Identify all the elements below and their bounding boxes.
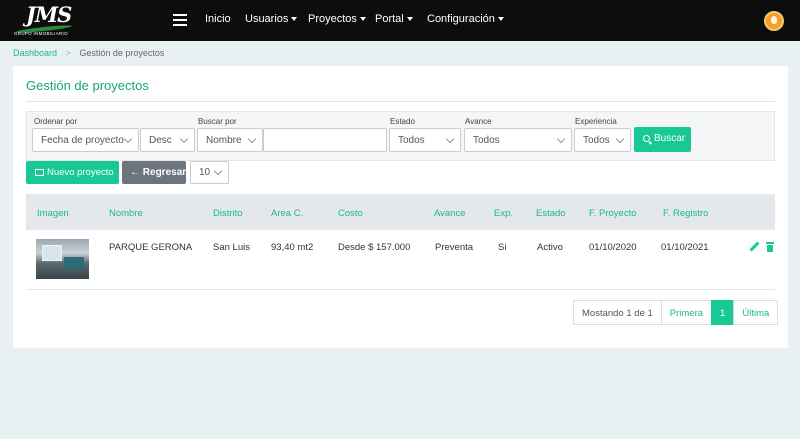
pagination-last[interactable]: Última <box>733 300 779 325</box>
search-field-select[interactable]: Nombre <box>197 128 263 152</box>
delete-trash-icon[interactable] <box>766 242 774 252</box>
breadcrumb: Dashboard > Gestión de proyectos <box>13 48 164 58</box>
chevron-down-icon <box>615 134 625 144</box>
chevron-down-icon <box>123 134 133 144</box>
col-header: Avance <box>434 208 466 219</box>
table-row: PARQUE GERONA San Luis 93,40 mt2 Desde $… <box>26 230 775 290</box>
chevron-down-icon <box>247 134 257 144</box>
brand-logo[interactable]: JMS GRUPO INMOBILIARIO <box>12 2 74 37</box>
projects-card: Gestión de proyectos Ordenar por Fecha d… <box>13 66 788 348</box>
pagination: Mostando 1 de 1 Primera 1 Última <box>573 300 779 325</box>
col-header: Area C. <box>271 208 304 219</box>
filter-panel: Ordenar por Fecha de proyecto Desc Busca… <box>26 111 775 161</box>
page-title: Gestión de proyectos <box>26 78 149 93</box>
nav-item-proyectos[interactable]: Proyectos <box>308 13 366 25</box>
new-project-button[interactable]: Nuevo proyecto <box>26 161 119 184</box>
breadcrumb-current: Gestión de proyectos <box>79 48 165 58</box>
col-header: Costo <box>338 208 363 219</box>
logo-subtitle: GRUPO INMOBILIARIO <box>14 31 68 36</box>
divider <box>26 101 775 102</box>
chevron-down-icon <box>213 166 223 176</box>
chevron-down-icon <box>291 17 298 22</box>
arrow-left-icon: ← <box>130 167 143 178</box>
progress-select[interactable]: Todos <box>464 128 572 152</box>
status-select[interactable]: Todos <box>389 128 461 152</box>
edit-pencil-icon[interactable] <box>750 242 760 252</box>
chevron-down-icon <box>497 17 504 22</box>
col-header: F. Proyecto <box>589 208 637 219</box>
breadcrumb-dashboard[interactable]: Dashboard <box>13 48 57 58</box>
cell-name: PARQUE GERONA <box>109 242 193 253</box>
cell-progress: Preventa <box>435 242 474 253</box>
col-header: Imagen <box>37 208 69 219</box>
chevron-down-icon <box>359 17 366 22</box>
col-header: Distrito <box>213 208 243 219</box>
back-button[interactable]: ← Regresar <box>122 161 186 184</box>
search-by-label: Buscar por <box>198 117 237 126</box>
cell-exp: Si <box>498 242 507 253</box>
breadcrumb-separator-icon: > <box>65 48 71 58</box>
card-icon <box>35 169 44 176</box>
order-select[interactable]: Fecha de proyecto <box>32 128 139 152</box>
nav-item-usuarios[interactable]: Usuarios <box>245 13 298 25</box>
cell-area: 93,40 mt2 <box>271 242 314 253</box>
status-label: Estado <box>390 117 415 126</box>
search-icon <box>643 135 650 142</box>
nav-item-portal[interactable]: Portal <box>375 13 413 25</box>
cell-status: Activo <box>537 242 563 253</box>
search-button[interactable]: Buscar <box>634 127 691 152</box>
user-avatar[interactable] <box>764 11 784 31</box>
col-header: Estado <box>536 208 566 219</box>
chevron-down-icon <box>406 17 413 22</box>
experience-label: Experiencia <box>575 117 617 126</box>
project-thumbnail <box>36 239 89 279</box>
col-header: Nombre <box>109 208 143 219</box>
nav-item-inicio[interactable]: Inicio <box>205 13 231 25</box>
direction-select[interactable]: Desc <box>140 128 195 152</box>
col-header: F. Registro <box>663 208 709 219</box>
col-header: Exp. <box>494 208 514 219</box>
cell-cost: Desde $ 157.000 <box>338 242 411 253</box>
menu-toggle-icon[interactable] <box>173 14 187 26</box>
table-header: Imagen Nombre Distrito Area C. Costo Ava… <box>26 194 775 230</box>
cell-register-date: 01/10/2021 <box>661 242 709 253</box>
cell-district: San Luis <box>213 242 250 253</box>
experience-select[interactable]: Todos <box>574 128 631 152</box>
cell-project-date: 01/10/2020 <box>589 242 637 253</box>
chevron-down-icon <box>445 134 455 144</box>
order-label: Ordenar por <box>34 117 78 126</box>
pagination-first[interactable]: Primera <box>660 300 713 325</box>
chevron-down-icon <box>179 134 189 144</box>
logo-text: JMS <box>26 2 72 27</box>
search-input[interactable] <box>263 128 387 152</box>
chevron-down-icon <box>556 134 566 144</box>
progress-label: Avance <box>465 117 492 126</box>
pagination-current[interactable]: 1 <box>711 300 735 325</box>
pagination-info: Mostando 1 de 1 <box>573 300 662 325</box>
page-size-select[interactable]: 10 <box>190 161 229 184</box>
nav-item-configuracion[interactable]: Configuración <box>427 13 504 25</box>
top-navbar: JMS GRUPO INMOBILIARIO Inicio Usuarios P… <box>0 0 800 41</box>
